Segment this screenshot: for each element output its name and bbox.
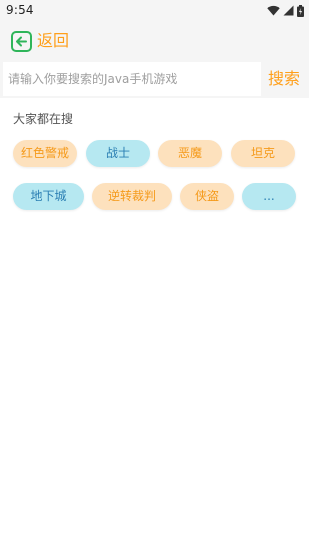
status-icons — [267, 4, 304, 17]
wifi-icon — [267, 5, 280, 16]
battery-icon — [297, 4, 304, 17]
tag-tanke[interactable]: 坦克 — [231, 140, 295, 167]
tag-dixiacheng[interactable]: 地下城 — [13, 183, 84, 210]
back-label: 返回 — [37, 31, 70, 50]
status-bar: 9:54 — [0, 0, 309, 22]
cell-signal-icon — [283, 5, 294, 16]
top-bar: 返回 — [0, 22, 309, 60]
hot-searches-title: 大家都在搜 — [13, 112, 74, 126]
search-input[interactable] — [3, 62, 261, 96]
tag-xiadao[interactable]: 侠盗 — [180, 183, 234, 210]
status-time: 9:54 — [6, 3, 34, 17]
tag-nizhuan-caipan[interactable]: 逆转裁判 — [92, 183, 172, 210]
tag-more[interactable]: ... — [242, 183, 296, 210]
search-bar: 搜索 — [0, 60, 309, 98]
tag-zhanshi[interactable]: 战士 — [86, 140, 150, 167]
tag-hongse-jingjie[interactable]: 红色警戒 — [13, 140, 77, 167]
tag-emo[interactable]: 恶魔 — [158, 140, 222, 167]
back-arrow-icon — [11, 30, 32, 52]
back-button[interactable]: 返回 — [11, 30, 69, 52]
search-button[interactable]: 搜索 — [268, 67, 300, 91]
